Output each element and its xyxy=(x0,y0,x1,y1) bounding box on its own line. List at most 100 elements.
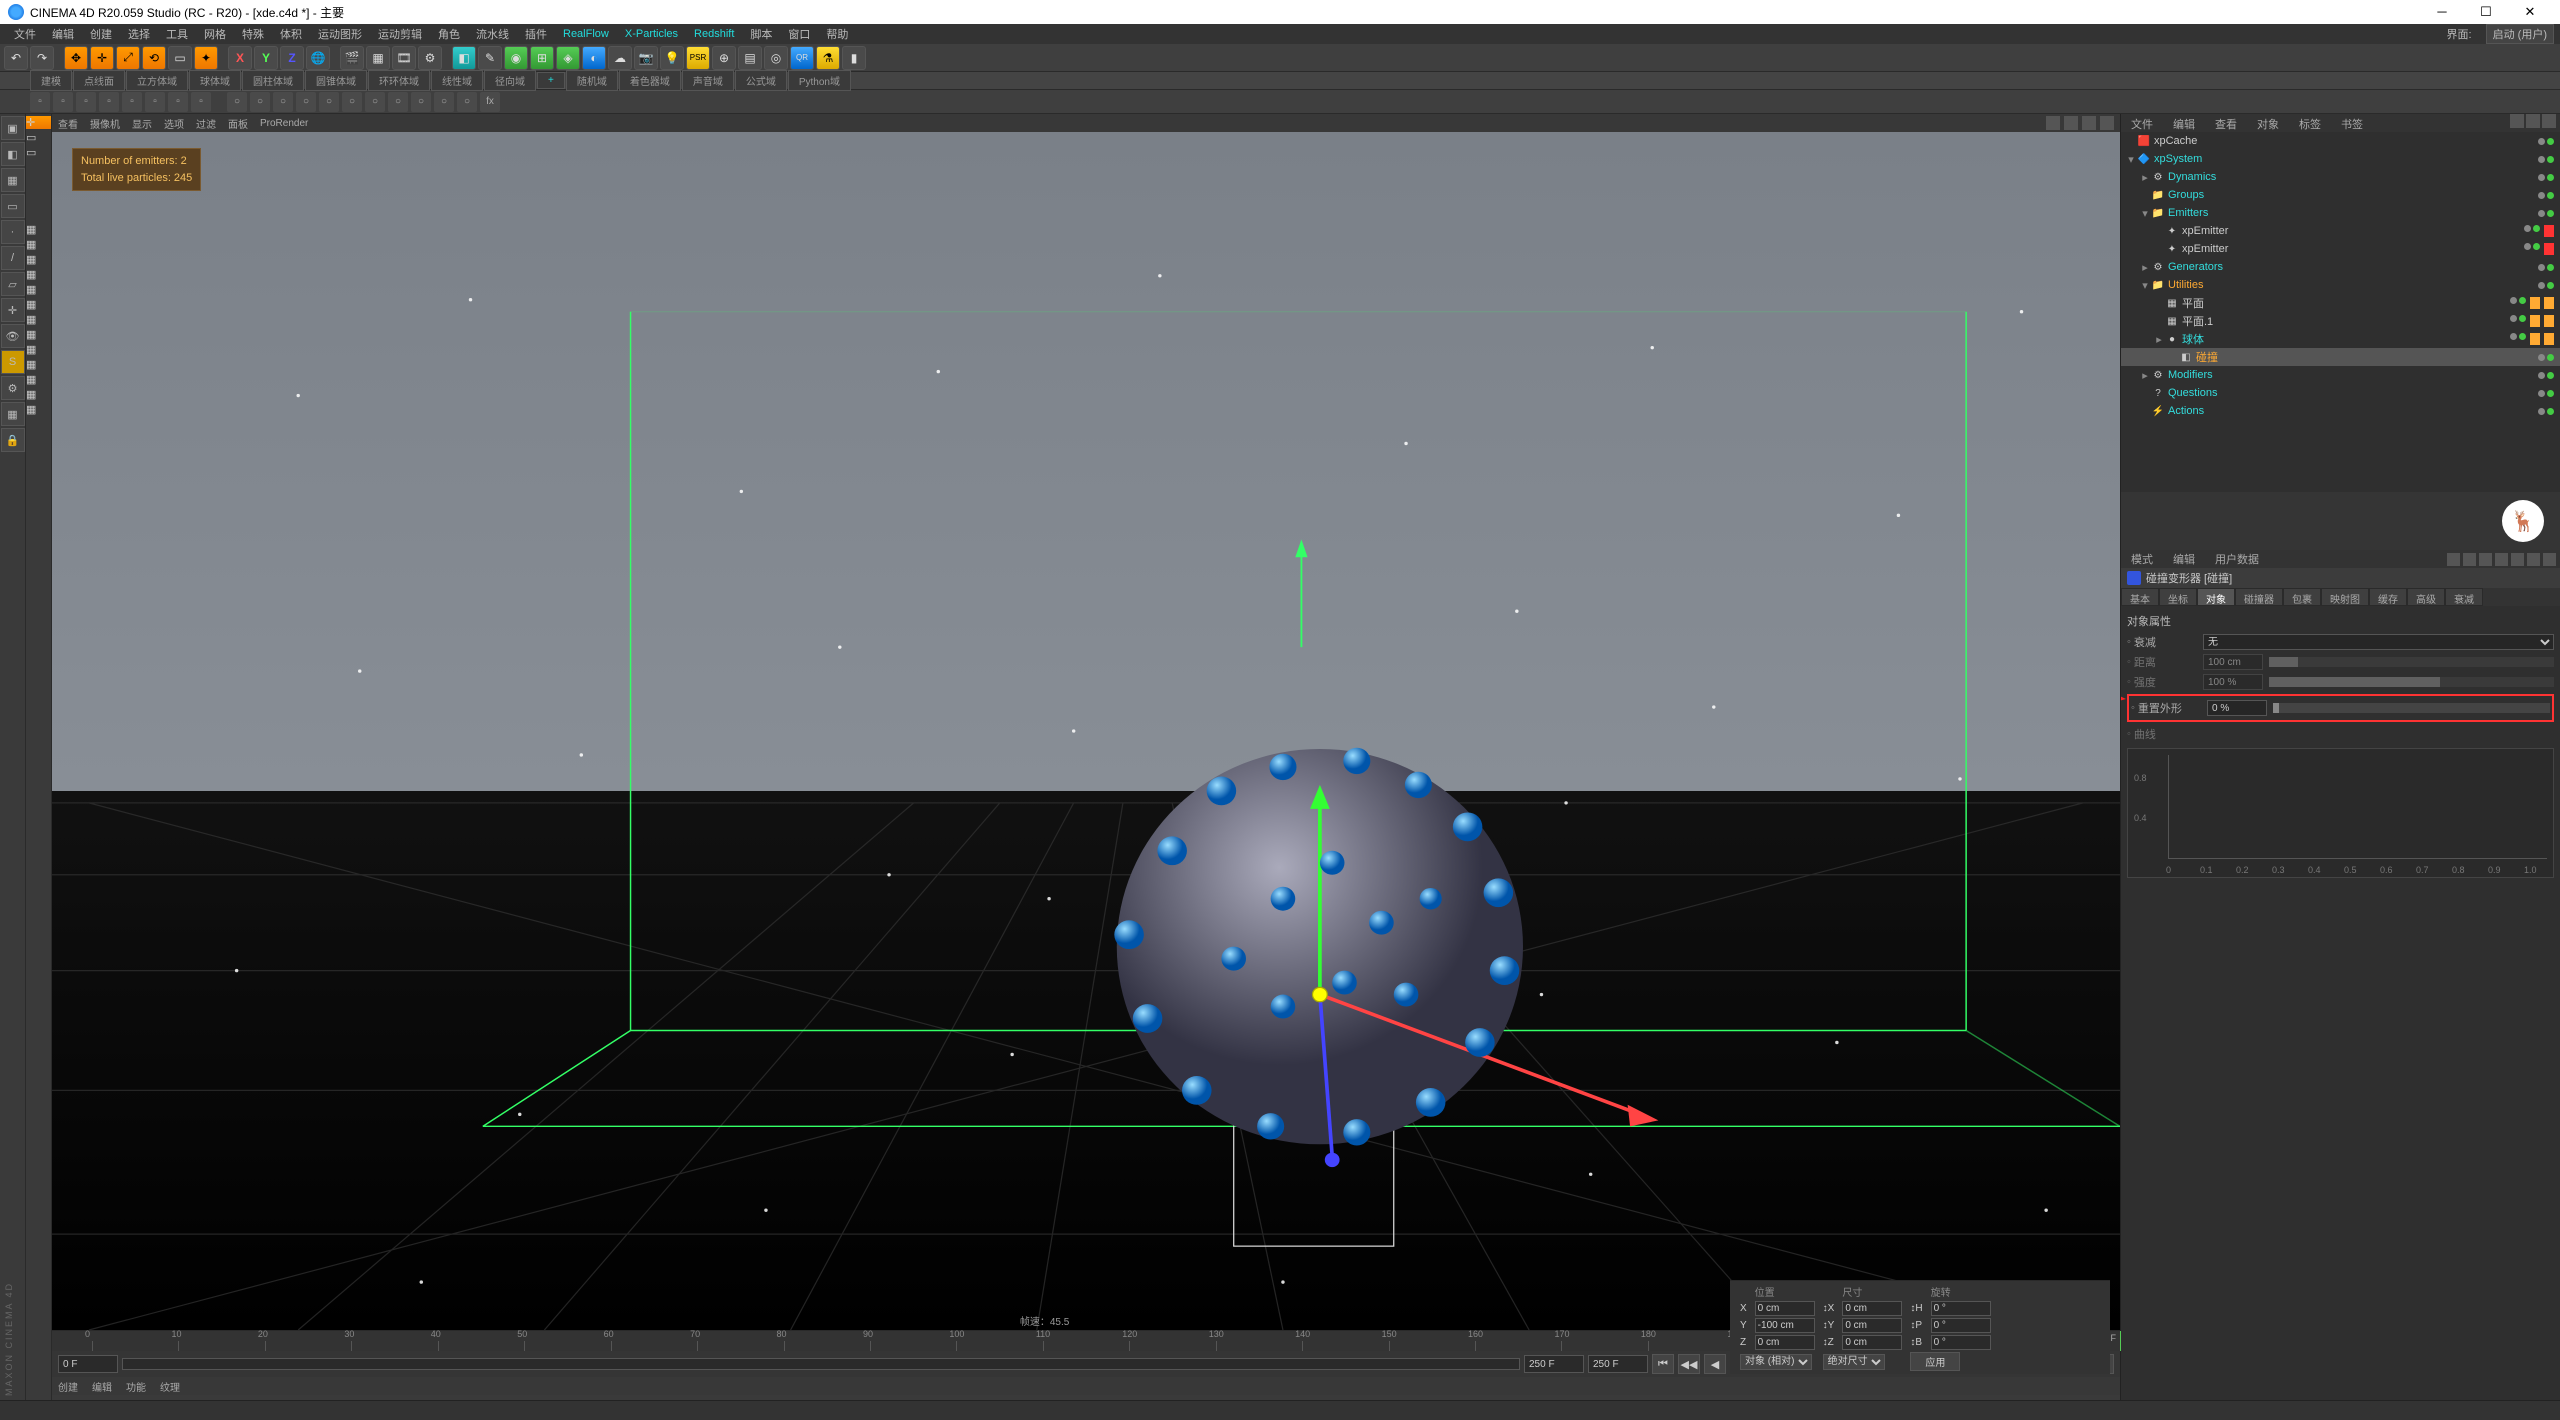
coord-apply-button[interactable]: 应用 xyxy=(1910,1352,1960,1371)
menu-edit[interactable]: 编辑 xyxy=(44,26,82,42)
menu-select[interactable]: 选择 xyxy=(120,26,158,42)
menu-snap[interactable]: 特殊 xyxy=(234,26,272,42)
attr-userdata[interactable]: 用户数据 xyxy=(2205,551,2269,567)
attr-tab-3[interactable]: 碰撞器 xyxy=(2235,588,2283,606)
attr-tab-8[interactable]: 衰减 xyxy=(2445,588,2483,606)
sb-13[interactable]: ○ xyxy=(319,92,339,112)
lock-icon[interactable]: 🔒 xyxy=(1,428,25,452)
sb-20[interactable]: fx xyxy=(480,92,500,112)
layout-dropdown[interactable]: 启动 (用户) xyxy=(2486,24,2554,44)
rs-icon[interactable]: ▮ xyxy=(842,46,866,70)
lt2-8[interactable]: ▦ xyxy=(26,283,51,296)
rtab-add[interactable]: + xyxy=(537,72,565,89)
lt2-10[interactable]: ▦ xyxy=(26,313,51,326)
attr-recover-slider[interactable] xyxy=(2273,703,2550,713)
tree-row-平面[interactable]: ▦平面 xyxy=(2121,294,2560,312)
rtab-shader[interactable]: 着色器域 xyxy=(619,70,681,91)
lt2-16[interactable]: ▦ xyxy=(26,403,51,416)
coord-mode2[interactable]: 绝对尺寸 xyxy=(1823,1354,1885,1370)
rtab-python[interactable]: Python域 xyxy=(788,70,851,91)
tree-row-xpEmitter[interactable]: ✦xpEmitter xyxy=(2121,240,2560,258)
rtab-sound[interactable]: 声音域 xyxy=(682,70,734,91)
attr-tab-2[interactable]: 对象 xyxy=(2197,588,2235,606)
frame-start-input[interactable] xyxy=(58,1355,118,1373)
sb-1[interactable]: ▫ xyxy=(30,92,50,112)
array-gen[interactable]: ⊞ xyxy=(530,46,554,70)
vp-panel[interactable]: 面板 xyxy=(228,116,248,131)
pos-y-input[interactable] xyxy=(1755,1318,1815,1333)
attr-mode[interactable]: 模式 xyxy=(2121,551,2163,567)
poly-mode[interactable]: ▱ xyxy=(1,272,25,296)
render-pv[interactable]: 🎞 xyxy=(392,46,416,70)
menu-window[interactable]: 窗口 xyxy=(780,26,818,42)
menu-redshift[interactable]: Redshift xyxy=(686,28,742,40)
om-edit[interactable]: 编辑 xyxy=(2163,114,2205,132)
point-mode[interactable]: · xyxy=(1,220,25,244)
rtab-formula[interactable]: 公式域 xyxy=(735,70,787,91)
edge-mode[interactable]: / xyxy=(1,246,25,270)
tree-row-Questions[interactable]: ?Questions xyxy=(2121,384,2560,402)
psr-button[interactable]: PSR xyxy=(686,46,710,70)
sb-11[interactable]: ○ xyxy=(273,92,293,112)
vp-view[interactable]: 查看 xyxy=(58,116,78,131)
snap-toggle[interactable]: S xyxy=(1,350,25,374)
pos-z-input[interactable] xyxy=(1755,1335,1815,1350)
sb-7[interactable]: ▫ xyxy=(168,92,188,112)
coord-mode1[interactable]: 对象 (相对) xyxy=(1740,1354,1812,1370)
vp-camera[interactable]: 摄像机 xyxy=(90,116,120,131)
vp-prorender[interactable]: ProRender xyxy=(260,118,308,129)
axis-y-toggle[interactable]: Y xyxy=(254,46,278,70)
menu-plugins[interactable]: 插件 xyxy=(517,26,555,42)
last-tool[interactable]: ▭ xyxy=(168,46,192,70)
nurbs-gen[interactable]: ◉ xyxy=(504,46,528,70)
qr-tag[interactable]: QR xyxy=(790,46,814,70)
step-back[interactable]: ◀ xyxy=(1704,1354,1726,1374)
sb-14[interactable]: ○ xyxy=(342,92,362,112)
vp-nav3-icon[interactable] xyxy=(2082,116,2096,130)
rtab-model[interactable]: 建模 xyxy=(30,70,72,91)
menu-volume[interactable]: 体积 xyxy=(272,26,310,42)
xp-icon[interactable]: ⚗ xyxy=(816,46,840,70)
axis-z-toggle[interactable]: Z xyxy=(280,46,304,70)
vp-display[interactable]: 显示 xyxy=(132,116,152,131)
mograph[interactable]: ▤ xyxy=(738,46,762,70)
tree-row-平面.1[interactable]: ▦平面.1 xyxy=(2121,312,2560,330)
tree-row-球体[interactable]: ▸●球体 xyxy=(2121,330,2560,348)
lt2-6[interactable]: ▦ xyxy=(26,253,51,266)
rot-p-input[interactable] xyxy=(1931,1318,1991,1333)
object-tree[interactable]: 🟥xpCache▾🔷xpSystem▸⚙Dynamics 📁Groups▾📁Em… xyxy=(2121,132,2560,492)
rtab-linear[interactable]: 线性域 xyxy=(431,70,483,91)
attr-curve-graph[interactable]: 0.8 0.4 0 0.1 0.2 0.3 0.4 0.5 0.6 0.7 0.… xyxy=(2127,748,2554,878)
attr-t3-icon[interactable] xyxy=(2527,553,2540,566)
rtab-cube[interactable]: 立方体域 xyxy=(126,70,188,91)
tree-row-xpSystem[interactable]: ▾🔷xpSystem xyxy=(2121,150,2560,168)
maximize-button[interactable]: ☐ xyxy=(2464,0,2508,24)
pos-x-input[interactable] xyxy=(1755,1301,1815,1316)
lt2-3[interactable]: ▭ xyxy=(26,146,51,159)
minimize-button[interactable]: ─ xyxy=(2420,0,2464,24)
sb-4[interactable]: ▫ xyxy=(99,92,119,112)
om-bookmarks[interactable]: 书签 xyxy=(2331,114,2373,132)
menu-script[interactable]: 脚本 xyxy=(742,26,780,42)
lt2-15[interactable]: ▦ xyxy=(26,388,51,401)
menu-mesh[interactable]: 网格 xyxy=(196,26,234,42)
light[interactable]: 💡 xyxy=(660,46,684,70)
cube-primitive[interactable]: ◧ xyxy=(452,46,476,70)
null-obj[interactable]: ⊕ xyxy=(712,46,736,70)
menu-character[interactable]: 角色 xyxy=(430,26,468,42)
om-tool3-icon[interactable] xyxy=(2542,114,2556,128)
vp-options[interactable]: 选项 xyxy=(164,116,184,131)
attr-t2-icon[interactable] xyxy=(2511,553,2524,566)
attr-strength-input[interactable] xyxy=(2203,674,2263,690)
tree-row-Actions[interactable]: ⚡Actions xyxy=(2121,402,2560,420)
sb-5[interactable]: ▫ xyxy=(122,92,142,112)
tree-row-xpCache[interactable]: 🟥xpCache xyxy=(2121,132,2560,150)
vp-nav2-icon[interactable] xyxy=(2064,116,2078,130)
tree-row-Groups[interactable]: 📁Groups xyxy=(2121,186,2560,204)
mtab-edit[interactable]: 编辑 xyxy=(92,1379,112,1394)
size-y-input[interactable] xyxy=(1842,1318,1902,1333)
rot-h-input[interactable] xyxy=(1931,1301,1991,1316)
close-button[interactable]: ✕ xyxy=(2508,0,2552,24)
texture-mode[interactable]: ▦ xyxy=(1,168,25,192)
render-settings[interactable]: ⚙ xyxy=(418,46,442,70)
